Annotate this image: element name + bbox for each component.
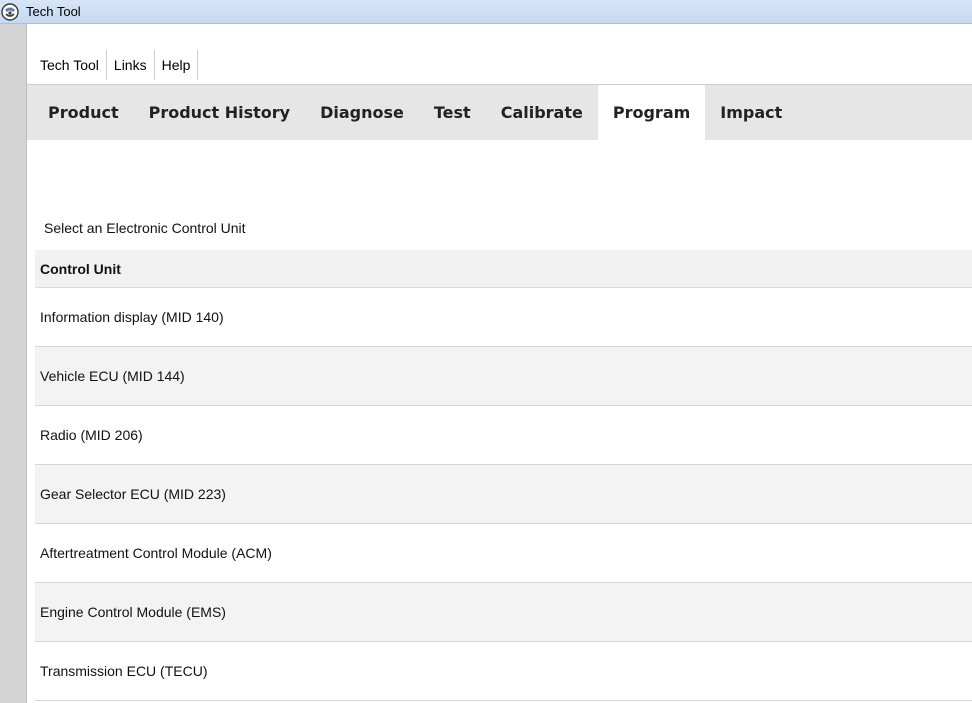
tab-program[interactable]: Program bbox=[597, 85, 706, 140]
table-row-engine-control-module[interactable]: Engine Control Module (EMS) bbox=[35, 583, 972, 642]
select-ecu-prompt: Select an Electronic Control Unit bbox=[44, 220, 246, 236]
menu-tech-tool[interactable]: Tech Tool bbox=[33, 50, 106, 80]
tab-diagnose[interactable]: Diagnose bbox=[305, 85, 419, 140]
table-row-vehicle-ecu[interactable]: Vehicle ECU (MID 144) bbox=[35, 347, 972, 406]
column-header-control-unit[interactable]: Control Unit bbox=[35, 250, 972, 288]
main-content: Select an Electronic Control Unit Contro… bbox=[27, 140, 972, 703]
menu-bar: Tech Tool Links Help bbox=[27, 24, 972, 84]
table-row-radio[interactable]: Radio (MID 206) bbox=[35, 406, 972, 465]
left-frame bbox=[0, 24, 27, 703]
table-row-transmission-ecu[interactable]: Transmission ECU (TECU) bbox=[35, 642, 972, 701]
control-unit-table: Control Unit Information display (MID 14… bbox=[35, 250, 972, 701]
table-row-aftertreatment-control-module[interactable]: Aftertreatment Control Module (ACM) bbox=[35, 524, 972, 583]
table-row-gear-selector-ecu[interactable]: Gear Selector ECU (MID 223) bbox=[35, 465, 972, 524]
menu-links[interactable]: Links bbox=[105, 50, 154, 80]
tech-tool-window: Tech Tool Tech Tool Links Help Product P… bbox=[0, 0, 972, 703]
tab-test[interactable]: Test bbox=[419, 85, 486, 140]
tab-impact[interactable]: Impact bbox=[705, 85, 797, 140]
menu-help[interactable]: Help bbox=[153, 50, 198, 80]
tab-product[interactable]: Product bbox=[33, 85, 134, 140]
table-row-information-display[interactable]: Information display (MID 140) bbox=[35, 288, 972, 347]
tech-tool-app-icon[interactable] bbox=[1, 3, 19, 21]
nav-tabs-bar: Product Product History Diagnose Test Ca… bbox=[27, 84, 972, 140]
tab-calibrate[interactable]: Calibrate bbox=[486, 85, 598, 140]
window-title: Tech Tool bbox=[26, 4, 81, 19]
tab-product-history[interactable]: Product History bbox=[134, 85, 306, 140]
title-bar: Tech Tool bbox=[0, 0, 972, 24]
